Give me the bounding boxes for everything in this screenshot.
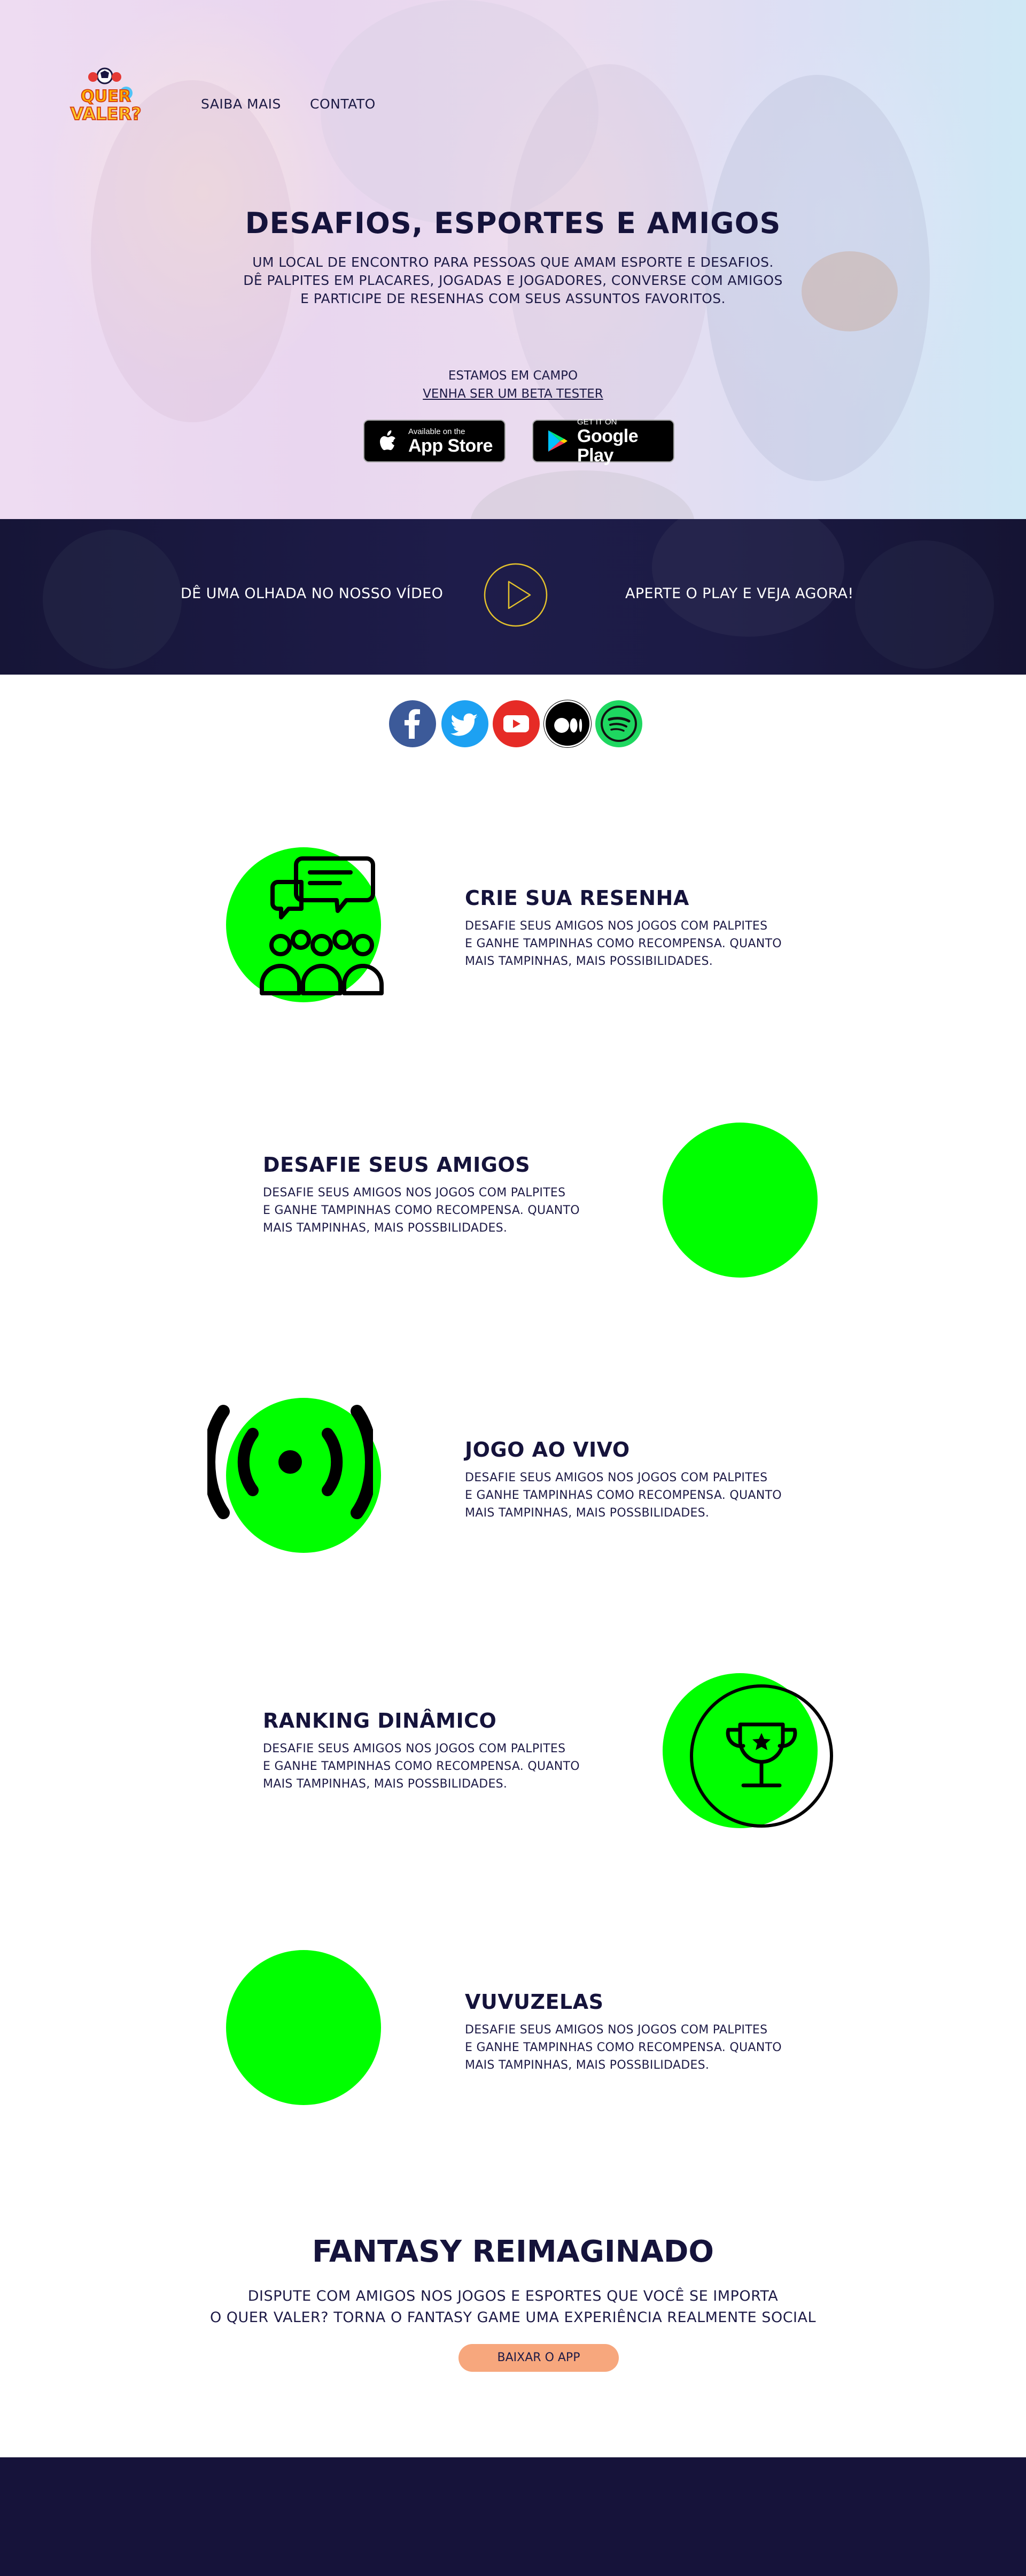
video-background-shape <box>43 530 182 669</box>
app-store-button[interactable]: Available on the App Store <box>363 420 506 462</box>
apple-icon <box>380 430 395 450</box>
youtube-icon[interactable] <box>493 700 540 747</box>
feature-text-line: E GANHE TAMPINHAS COMO RECOMPENSA. QUANT… <box>263 1204 580 1217</box>
hero-title: DESAFIOS, ESPORTES E AMIGOS <box>245 206 781 240</box>
app-store-small-text: Available on the <box>408 427 465 436</box>
feature-text-line: DESAFIE SEUS AMIGOS NOS JOGOS COM PALPIT… <box>263 1742 566 1755</box>
feature-title: JOGO AO VIVO <box>465 1438 630 1461</box>
feature-text-line: MAIS TAMPINHAS, MAIS POSSBILIDADES. <box>465 2059 710 2072</box>
hero-background-shape <box>470 470 695 519</box>
video-background-shape <box>652 519 844 637</box>
app-store-big-text: App Store <box>408 435 493 456</box>
hero-subtitle-line: E PARTICIPE DE RESENHAS COM SEUS ASSUNTO… <box>300 291 726 306</box>
google-play-big-text: Google Play <box>577 426 639 466</box>
feature-text-line: E GANHE TAMPINHAS COMO RECOMPENSA. QUANT… <box>465 1489 782 1502</box>
feature-circle <box>663 1123 818 1278</box>
google-play-icon <box>548 430 568 452</box>
hero-subtitle-line: UM LOCAL DE ENCONTRO PARA PESSOAS QUE AM… <box>252 254 774 270</box>
fantasy-text-line: DISPUTE COM AMIGOS NOS JOGOS E ESPORTES … <box>247 2288 779 2304</box>
feature-text-line: MAIS TAMPINHAS, MAIS POSSBILIDADES. <box>263 1221 508 1235</box>
live-broadcast-icon <box>207 1405 373 1519</box>
google-play-small-text: GET IT ON <box>577 417 617 427</box>
beta-heading: ESTAMOS EM CAMPO <box>448 369 578 383</box>
video-left-text: DÊ UMA OLHADA NO NOSSO VÍDEO <box>181 585 444 602</box>
feature-text-line: MAIS TAMPINHAS, MAIS POSSBILIDADES. <box>465 1506 710 1520</box>
twitter-icon[interactable] <box>441 700 488 747</box>
feature-text-line: MAIS TAMPINHAS, MAIS POSSBILIDADES. <box>263 1777 508 1791</box>
logo[interactable]: QUER VALER? <box>63 66 149 130</box>
trophy-icon <box>690 1684 833 1828</box>
fantasy-text-line: O QUER VALER? TORNA O FANTASY GAME UMA E… <box>209 2309 817 2326</box>
google-play-button[interactable]: GET IT ON Google Play <box>532 417 674 466</box>
feature-text-line: E GANHE TAMPINHAS COMO RECOMPENSA. QUANT… <box>465 2041 782 2054</box>
video-section: DÊ UMA OLHADA NO NOSSO VÍDEO APERTE O PL… <box>0 519 1026 675</box>
medium-icon[interactable] <box>544 700 591 747</box>
feature-title: DESAFIE SEUS AMIGOS <box>263 1153 531 1177</box>
feature-text-line: MAIS TAMPINHAS, MAIS POSSIBILIDADES. <box>465 955 713 968</box>
nav-contato[interactable]: CONTATO <box>310 96 376 112</box>
feature-text-line: E GANHE TAMPINHAS COMO RECOMPENSA. QUANT… <box>263 1760 580 1773</box>
beta-tester-link[interactable]: VENHA SER UM BETA TESTER <box>0 387 1026 401</box>
hero-subtitle-line: DÊ PALPITES EM PLACARES, JOGADAS E JOGAD… <box>243 273 783 288</box>
logo-text-bottom: VALER? <box>71 104 142 124</box>
feature-title: VUVUZELAS <box>465 1990 604 2014</box>
feature-text-line: DESAFIE SEUS AMIGOS NOS JOGOS COM PALPIT… <box>465 1471 768 1484</box>
video-background-shape <box>855 540 994 669</box>
download-app-button[interactable]: BAIXAR O APP <box>458 2344 619 2372</box>
feature-title: RANKING DINÂMICO <box>263 1709 497 1732</box>
feature-circle <box>226 1950 381 2105</box>
feature-text-line: DESAFIE SEUS AMIGOS NOS JOGOS COM PALPIT… <box>465 919 768 933</box>
spotify-icon[interactable] <box>595 700 642 747</box>
feature-text-line: DESAFIE SEUS AMIGOS NOS JOGOS COM PALPIT… <box>465 2023 768 2037</box>
logo-graphic: QUER VALER? <box>70 67 142 125</box>
logo-text-top: QUER <box>81 87 130 106</box>
play-button[interactable] <box>483 562 548 628</box>
nav-saiba-mais[interactable]: SAIBA MAIS <box>201 96 281 112</box>
hero-section: QUER VALER? SAIBA MAIS CONTATO DESAFIOS,… <box>0 0 1026 519</box>
video-right-text: APERTE O PLAY E VEJA AGORA! <box>625 585 854 602</box>
fantasy-title: FANTASY REIMAGINADO <box>312 2234 714 2269</box>
feature-text-line: E GANHE TAMPINHAS COMO RECOMPENSA. QUANT… <box>465 937 782 950</box>
feature-title: CRIE SUA RESENHA <box>465 886 689 910</box>
feature-text-line: DESAFIE SEUS AMIGOS NOS JOGOS COM PALPIT… <box>263 1186 566 1200</box>
footer <box>0 2457 1026 2576</box>
chat-group-icon <box>260 856 384 995</box>
facebook-icon[interactable] <box>389 700 436 747</box>
